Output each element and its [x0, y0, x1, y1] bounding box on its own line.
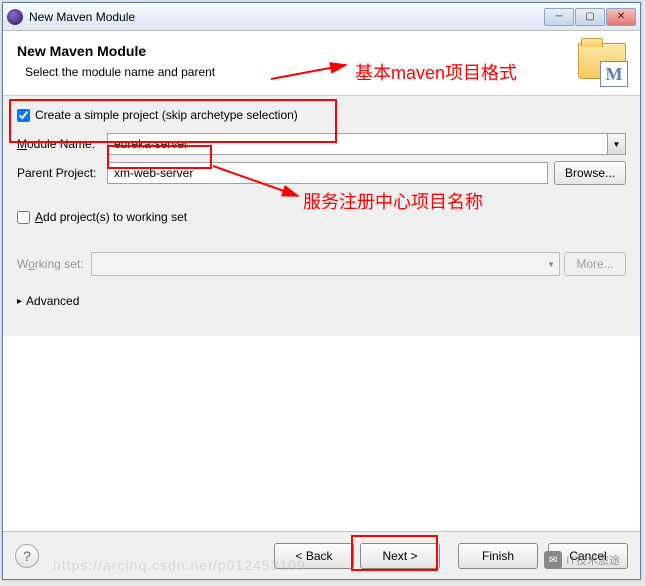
minimize-button[interactable]: ─ [544, 8, 574, 26]
finish-button[interactable]: Finish [458, 543, 538, 569]
close-button[interactable]: ✕ [606, 8, 636, 26]
chevron-down-icon: ▼ [547, 260, 555, 269]
window-title: New Maven Module [29, 10, 544, 24]
maven-folder-icon: M [578, 43, 626, 85]
button-bar: ? < Back Next > Finish Cancel [3, 531, 640, 579]
page-subtitle: Select the module name and parent [17, 65, 578, 79]
module-name-input[interactable] [107, 133, 608, 155]
wizard-header: New Maven Module Select the module name … [3, 31, 640, 96]
more-button: More... [564, 252, 626, 276]
workingset-combo: ▼ [91, 252, 560, 276]
maximize-button[interactable]: ▢ [575, 8, 605, 26]
cancel-button[interactable]: Cancel [548, 543, 628, 569]
advanced-label: Advanced [26, 294, 79, 308]
add-workingset-checkbox[interactable] [17, 211, 30, 224]
add-workingset-label[interactable]: Add project(s) to working set [35, 210, 187, 224]
advanced-expander[interactable]: ▸ Advanced [13, 282, 630, 320]
module-name-label: Module Name: [17, 137, 107, 151]
eclipse-icon [7, 9, 23, 25]
parent-project-input[interactable] [107, 162, 548, 184]
chevron-right-icon: ▸ [17, 296, 22, 307]
parent-project-label: Parent Project: [17, 166, 107, 180]
next-button[interactable]: Next > [360, 543, 440, 569]
module-name-dropdown[interactable]: ▼ [608, 133, 626, 155]
back-button[interactable]: < Back [274, 543, 354, 569]
browse-button[interactable]: Browse... [554, 161, 626, 185]
page-title: New Maven Module [17, 43, 578, 59]
content-area: Create a simple project (skip archetype … [3, 96, 640, 336]
workingset-label: Working set: [17, 257, 83, 271]
dialog-window: New Maven Module ─ ▢ ✕ New Maven Module … [2, 2, 641, 580]
simple-project-checkbox[interactable] [17, 109, 30, 122]
simple-project-label[interactable]: Create a simple project (skip archetype … [35, 108, 298, 122]
help-button[interactable]: ? [15, 544, 39, 568]
titlebar: New Maven Module ─ ▢ ✕ [3, 3, 640, 31]
